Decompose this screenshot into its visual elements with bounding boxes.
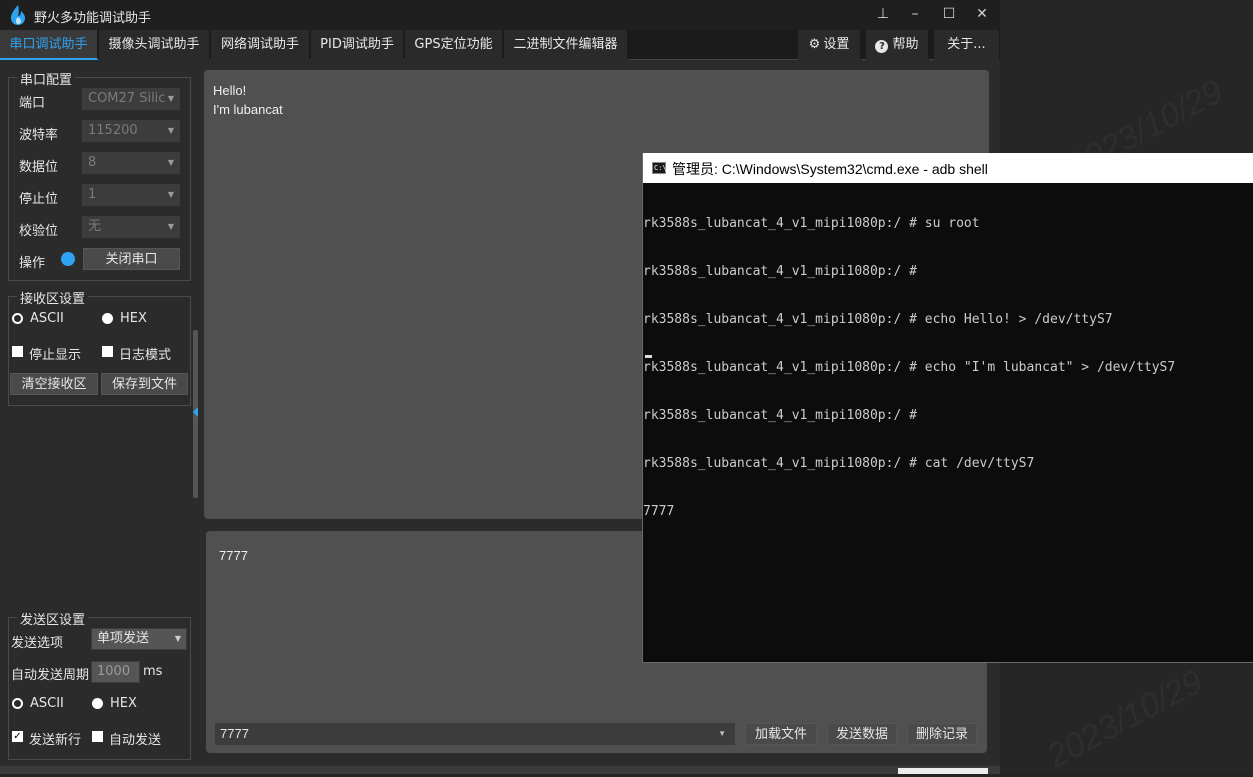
- chevron-down-icon: ▼: [718, 729, 726, 738]
- parity-value: 无: [88, 219, 102, 234]
- databits-value: 8: [88, 155, 97, 170]
- group-title: 发送区设置: [17, 609, 89, 628]
- send-ascii-label: ASCII: [30, 696, 64, 711]
- send-newline-label: 发送新行: [29, 733, 82, 748]
- settings-tab[interactable]: ⚙ 设置: [798, 30, 861, 60]
- baud-label: 波特率: [19, 128, 59, 143]
- chevron-down-icon: ▼: [174, 634, 181, 643]
- auto-send-label: 自动发送: [109, 733, 162, 748]
- help-label: 帮助: [892, 37, 919, 52]
- pin-icon[interactable]: ⊥: [873, 6, 893, 22]
- databits-select[interactable]: 8 ▼: [82, 152, 180, 174]
- period-unit: ms: [143, 664, 163, 679]
- send-option-select[interactable]: 单项发送 ▼: [91, 628, 187, 650]
- gear-icon: ⚙: [808, 37, 821, 52]
- flame-logo-icon: [11, 5, 25, 25]
- collapse-arrow-icon[interactable]: [193, 407, 198, 417]
- chevron-down-icon: ▼: [167, 126, 174, 135]
- stopbits-label: 停止位: [19, 192, 59, 207]
- maximize-icon[interactable]: ☐: [939, 6, 959, 22]
- tab-camera[interactable]: 摄像头调试助手: [99, 30, 210, 60]
- status-strip-highlight: [898, 768, 988, 774]
- status-strip: [0, 766, 1000, 774]
- receive-line: I'm lubancat: [213, 102, 283, 117]
- parity-label: 校验位: [19, 224, 59, 239]
- recv-ascii-label: ASCII: [30, 311, 64, 326]
- send-option-value: 单项发送: [97, 631, 150, 646]
- baud-value: 115200: [88, 123, 138, 138]
- send-hex-radio[interactable]: [92, 698, 103, 709]
- tab-serial[interactable]: 串口调试助手: [0, 30, 98, 60]
- group-title: 串口配置: [17, 69, 76, 88]
- period-input[interactable]: 1000: [91, 661, 140, 683]
- close-port-button[interactable]: 关闭串口: [83, 248, 180, 270]
- send-text: 7777: [219, 548, 248, 563]
- cmd-line: rk3588s_lubancat_4_v1_mipi1080p:/ #: [643, 264, 917, 279]
- help-icon: ?: [875, 40, 889, 53]
- cmd-line: rk3588s_lubancat_4_v1_mipi1080p:/ # su r…: [643, 216, 980, 231]
- stopbits-select[interactable]: 1 ▼: [82, 184, 180, 206]
- log-mode-checkbox[interactable]: [102, 346, 113, 357]
- log-mode-label: 日志模式: [119, 348, 172, 363]
- port-label: 端口: [19, 96, 46, 111]
- delete-log-button[interactable]: 删除记录: [907, 723, 977, 745]
- recv-hex-radio[interactable]: [102, 313, 113, 324]
- cmd-line: 7777: [643, 504, 675, 519]
- port-value: COM27 Silic: [88, 91, 166, 106]
- receive-line: Hello!: [213, 83, 247, 98]
- title-bar: 野火多功能调试助手 ⊥ – ☐ ✕: [0, 0, 1000, 30]
- receive-text: Hello! I'm lubancat: [213, 81, 283, 119]
- send-newline-checkbox[interactable]: ✓: [12, 731, 23, 742]
- cmd-icon: C:\: [652, 162, 667, 174]
- send-history-value: 7777: [220, 726, 249, 741]
- tab-gps[interactable]: GPS定位功能: [405, 30, 503, 60]
- auto-send-checkbox[interactable]: [92, 731, 103, 742]
- cmd-line: rk3588s_lubancat_4_v1_mipi1080p:/ # echo…: [643, 312, 1113, 327]
- operation-label: 操作: [19, 256, 46, 271]
- cmd-output[interactable]: rk3588s_lubancat_4_v1_mipi1080p:/ # su r…: [643, 184, 1175, 552]
- chevron-down-icon: ▼: [167, 222, 174, 231]
- send-history-select[interactable]: 7777 ▼: [215, 723, 735, 745]
- minimize-icon[interactable]: –: [905, 6, 925, 22]
- cmd-line: rk3588s_lubancat_4_v1_mipi1080p:/ #: [643, 408, 917, 423]
- send-data-button[interactable]: 发送数据: [827, 723, 897, 745]
- period-label: 自动发送周期: [11, 668, 90, 683]
- databits-label: 数据位: [19, 160, 59, 175]
- send-ascii-radio[interactable]: [12, 698, 23, 709]
- watermark: 2023/10/29: [1040, 662, 1209, 776]
- chevron-down-icon: ▼: [167, 94, 174, 103]
- close-icon[interactable]: ✕: [972, 6, 992, 22]
- window-title: 野火多功能调试助手: [34, 11, 152, 26]
- about-tab[interactable]: 关于...: [934, 30, 1000, 60]
- text-cursor: [645, 355, 652, 358]
- cmd-window[interactable]: C:\ 管理员: C:\Windows\System32\cmd.exe - a…: [642, 153, 1253, 663]
- tab-pid[interactable]: PID调试助手: [311, 30, 404, 60]
- help-tab[interactable]: ? 帮助: [866, 30, 929, 60]
- cmd-title: 管理员: C:\Windows\System32\cmd.exe - adb s…: [672, 161, 988, 177]
- load-file-button[interactable]: 加载文件: [745, 723, 817, 745]
- port-select[interactable]: COM27 Silic ▼: [82, 88, 180, 110]
- tab-network[interactable]: 网络调试助手: [211, 30, 310, 60]
- send-hex-label: HEX: [110, 696, 137, 711]
- save-to-file-button[interactable]: 保存到文件: [101, 373, 188, 395]
- recv-ascii-radio[interactable]: [12, 313, 23, 324]
- cmd-title-bar[interactable]: C:\ 管理员: C:\Windows\System32\cmd.exe - a…: [643, 153, 1253, 183]
- stopbits-value: 1: [88, 187, 97, 202]
- main-tab-bar: 串口调试助手 摄像头调试助手 网络调试助手 PID调试助手 GPS定位功能 二进…: [0, 30, 1000, 60]
- recv-hex-label: HEX: [120, 311, 147, 326]
- cmd-line: rk3588s_lubancat_4_v1_mipi1080p:/ # cat …: [643, 456, 1035, 471]
- port-status-indicator: [61, 252, 75, 266]
- send-option-label: 发送选项: [11, 636, 64, 651]
- stop-display-label: 停止显示: [29, 348, 82, 363]
- clear-recv-button[interactable]: 清空接收区: [10, 373, 98, 395]
- baud-select[interactable]: 115200 ▼: [82, 120, 180, 142]
- settings-label: 设置: [823, 37, 850, 52]
- group-title: 接收区设置: [17, 288, 89, 307]
- parity-select[interactable]: 无 ▼: [82, 216, 180, 238]
- chevron-down-icon: ▼: [167, 190, 174, 199]
- cmd-line: rk3588s_lubancat_4_v1_mipi1080p:/ # echo…: [643, 360, 1176, 375]
- tab-binary-editor[interactable]: 二进制文件编辑器: [504, 30, 628, 60]
- stop-display-checkbox[interactable]: [12, 346, 23, 357]
- chevron-down-icon: ▼: [167, 158, 174, 167]
